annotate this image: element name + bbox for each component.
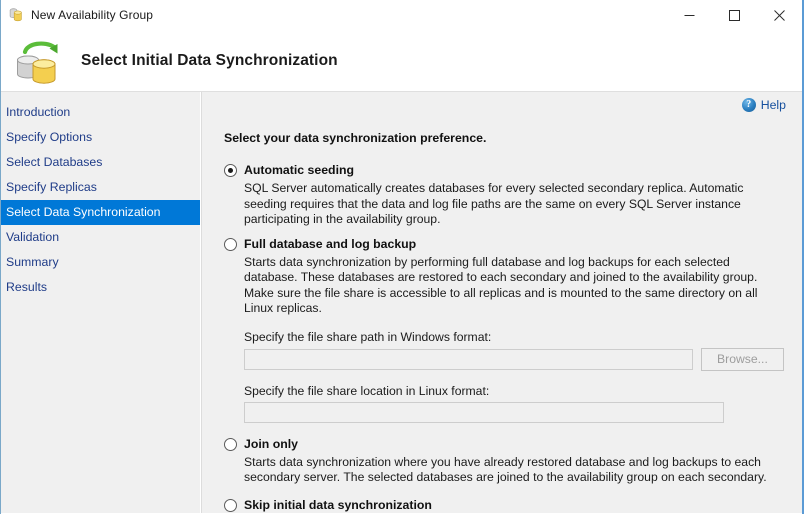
sidebar-item-select-data-synchronization[interactable]: Select Data Synchronization [1, 200, 200, 225]
linux-path-input[interactable] [244, 401, 724, 423]
option-description-full-database-and-log-backup: Starts data synchronization by performin… [244, 254, 758, 316]
help-label: Help [760, 98, 786, 112]
windows-path-input[interactable] [244, 348, 693, 370]
title-bar: New Availability Group [1, 0, 802, 30]
page-header: Select Initial Data Synchronization [1, 30, 802, 92]
option-label-full-database-and-log-backup[interactable]: Full database and log backup [244, 237, 416, 252]
sidebar-item-summary[interactable]: Summary [1, 250, 200, 275]
availability-group-icon [8, 7, 24, 23]
wizard-content: ? Help Select your data synchronization … [201, 92, 802, 513]
sidebar-item-specify-options[interactable]: Specify Options [1, 125, 200, 150]
close-button[interactable] [757, 0, 802, 30]
linux-path-row [244, 401, 784, 423]
windows-path-label: Specify the file share path in Windows f… [244, 329, 492, 344]
option-full-database-and-log-backup: Full database and log backup Starts data… [224, 237, 784, 423]
help-row: ? Help [202, 92, 802, 118]
window-title: New Availability Group [31, 8, 154, 22]
help-link[interactable]: ? Help [741, 98, 786, 112]
help-circle-icon: ? [741, 98, 756, 112]
sidebar-item-results[interactable]: Results [1, 275, 200, 300]
option-join-only: Join only Starts data synchronization wh… [224, 437, 784, 486]
option-label-skip-initial-data-synchronization[interactable]: Skip initial data synchronization [244, 498, 432, 513]
wizard-sidebar: Introduction Specify Options Select Data… [1, 92, 201, 513]
sidebar-item-validation[interactable]: Validation [1, 225, 200, 250]
window-body: Introduction Specify Options Select Data… [1, 92, 802, 513]
minimize-button[interactable] [667, 0, 712, 30]
radio-automatic-seeding[interactable] [224, 164, 237, 177]
option-label-automatic-seeding[interactable]: Automatic seeding [244, 163, 354, 178]
page-title: Select Initial Data Synchronization [81, 51, 338, 69]
window-controls [667, 0, 802, 30]
windows-path-row: Browse... [244, 347, 784, 371]
option-description-automatic-seeding: SQL Server automatically creates databas… [244, 181, 744, 226]
sidebar-item-specify-replicas[interactable]: Specify Replicas [1, 175, 200, 200]
radio-join-only[interactable] [224, 437, 237, 451]
radio-skip-initial-data-synchronization[interactable] [224, 498, 237, 512]
linux-path-label: Specify the file share location in Linux… [244, 383, 490, 398]
browse-button[interactable]: Browse... [700, 347, 784, 371]
database-sync-icon [11, 36, 69, 86]
instruction-text: Select your data synchronization prefere… [224, 131, 487, 145]
maximize-button[interactable] [712, 0, 757, 30]
sidebar-item-select-databases[interactable]: Select Databases [1, 150, 200, 175]
radio-full-database-and-log-backup[interactable] [224, 237, 237, 251]
sidebar-item-introduction[interactable]: Introduction [1, 100, 200, 125]
option-skip-initial-data-synchronization: Skip initial data synchronization Choose… [224, 498, 784, 514]
option-description-join-only: Starts data synchronization where you ha… [244, 454, 767, 485]
option-automatic-seeding: Automatic seeding SQL Server automatical… [224, 163, 784, 228]
option-label-join-only[interactable]: Join only [244, 437, 298, 452]
new-availability-group-window: New Availability Group Select Initial Da… [0, 0, 804, 514]
